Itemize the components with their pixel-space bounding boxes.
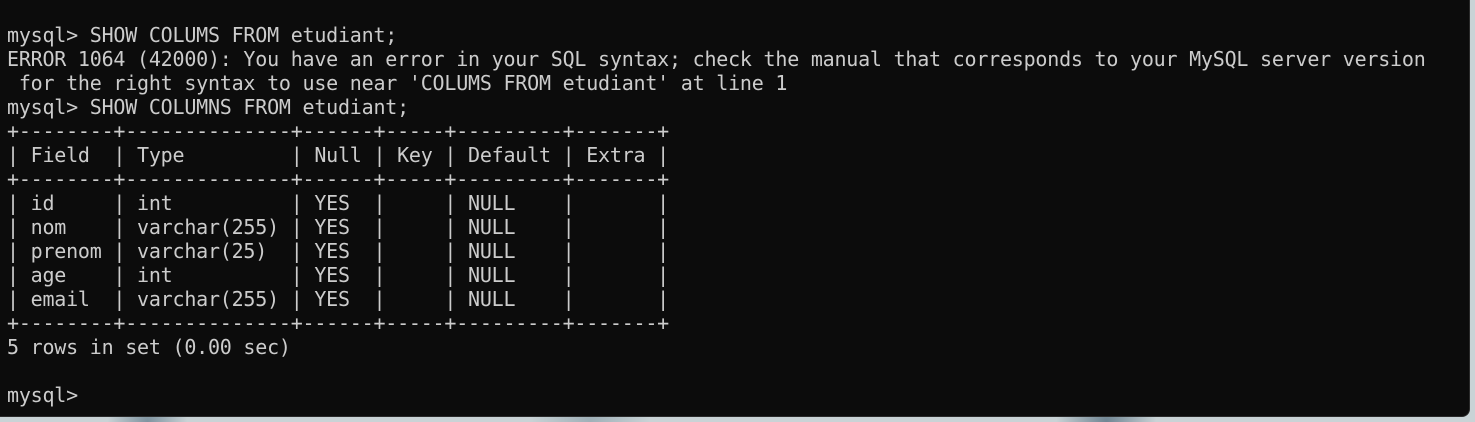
table-border: +--------+--------------+------+-----+--…	[7, 119, 669, 143]
terminal-scrollbar[interactable]	[1463, 0, 1469, 416]
terminal-prompt[interactable]: mysql>	[7, 383, 1426, 407]
table-border: +--------+--------------+------+-----+--…	[7, 311, 669, 335]
result-summary: 5 rows in set (0.00 sec)	[7, 335, 291, 359]
terminal-line-command: mysql> SHOW COLUMS FROM etudiant;	[7, 23, 398, 47]
terminal-window[interactable]: mysql> SHOW COLUMS FROM etudiant; ERROR 1…	[0, 0, 1470, 417]
table-row: | email | varchar(255) | YES | | NULL | …	[7, 287, 669, 311]
table-border: +--------+--------------+------+-----+--…	[7, 167, 669, 191]
table-row: | nom | varchar(255) | YES | | NULL | |	[7, 215, 669, 239]
table-row: | id | int | YES | | NULL | |	[7, 191, 669, 215]
terminal-output[interactable]: mysql> SHOW COLUMS FROM etudiant; ERROR 1…	[7, 23, 1426, 407]
terminal-line-command: mysql> SHOW COLUMNS FROM etudiant;	[7, 95, 409, 119]
table-row: | age | int | YES | | NULL | |	[7, 263, 669, 287]
table-header-row: | Field | Type | Null | Key | Default | …	[7, 143, 669, 167]
table-row: | prenom | varchar(25) | YES | | NULL | …	[7, 239, 669, 263]
terminal-line-error: ERROR 1064 (42000): You have an error in…	[7, 47, 1426, 71]
terminal-line-error-continued: for the right syntax to use near 'COLUMS…	[7, 71, 788, 95]
